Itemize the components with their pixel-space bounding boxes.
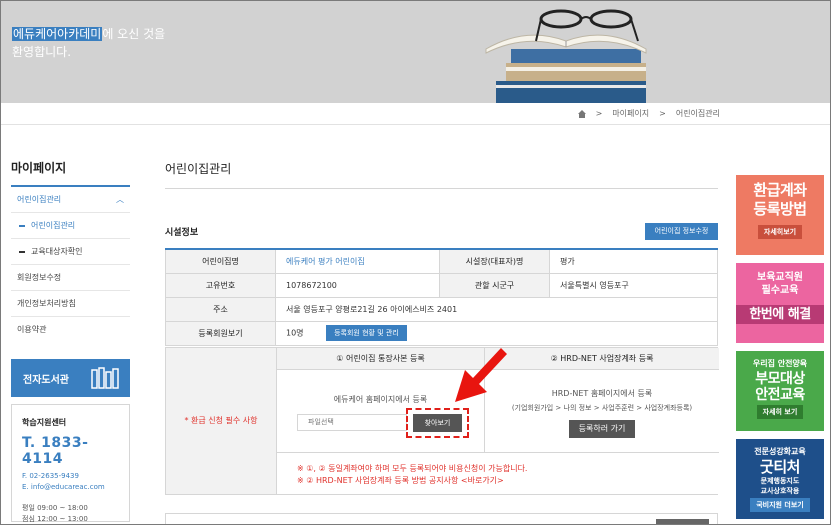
welcome-rest: 에 오신 것을 bbox=[102, 27, 166, 41]
find-file-button[interactable]: 찾아보기 bbox=[413, 414, 462, 432]
support-email[interactable]: E. info@educareac.com bbox=[22, 482, 121, 493]
refund-required-label: * 환급 신청 필수 사항 bbox=[184, 416, 258, 425]
sidebar-subitem-trainees[interactable]: 교육대상자확인 bbox=[11, 239, 130, 265]
sidebar-item-label: 이용약관 bbox=[17, 325, 47, 334]
page-frame: 에듀케어아카데미에 오신 것을 환영합니다. > 마이페이지 > 어린이집관리 bbox=[0, 0, 831, 525]
next-section-button[interactable] bbox=[656, 519, 709, 524]
good-teacher-banner[interactable]: 전문성강화교육 굿티처 문제행동지도 교사상호작용 국비지원 더보기 bbox=[736, 439, 824, 519]
banner-line: 보육교직원 bbox=[757, 272, 803, 283]
banner-line: 전문성강화교육 bbox=[754, 447, 806, 456]
find-button-highlight: 찾아보기 bbox=[406, 408, 469, 438]
region-label: 관할 시군구 bbox=[439, 272, 550, 298]
hrdnet-path: (기업회원가입 > 나의 정보 > 사업주훈련 > 사업장계좌등록) bbox=[511, 404, 693, 412]
sidebar-item-label: 어린이집관리 bbox=[31, 221, 76, 230]
welcome-text: 에듀케어아카데미에 오신 것을 환영합니다. bbox=[12, 25, 165, 61]
members-cell: 10명 등록회원 현황 및 관리 bbox=[275, 320, 718, 346]
sidebar-item-label: 회원정보수정 bbox=[17, 273, 62, 282]
members-count: 10명 bbox=[286, 328, 304, 338]
sidebar-item-label: 개인정보처리방침 bbox=[17, 299, 76, 308]
sidebar-title: 마이페이지 bbox=[11, 141, 130, 187]
banner-line: 환급계좌 bbox=[753, 181, 807, 199]
page-title: 어린이집관리 bbox=[165, 162, 232, 176]
hero-banner: 에듀케어아카데미에 오신 것을 환영합니다. bbox=[1, 1, 830, 103]
chevron-right-icon: > bbox=[595, 109, 603, 118]
books-icon bbox=[91, 367, 119, 389]
ebook-library-button[interactable]: 전자도서관 bbox=[11, 359, 130, 397]
books-illustration bbox=[485, 9, 647, 103]
section-title: 시설정보 bbox=[165, 228, 199, 238]
banner-detail-button[interactable]: 자세히 보기 bbox=[756, 405, 804, 419]
sidebar-item-member-edit[interactable]: 회원정보수정 bbox=[11, 265, 130, 291]
table-row: 등록회원보기 10명 등록회원 현황 및 관리 bbox=[165, 320, 718, 346]
dash-icon bbox=[19, 224, 25, 227]
support-title: 학습지원센터 bbox=[22, 418, 67, 427]
banner-line: 굿티처 bbox=[760, 458, 800, 476]
breadcrumb: > 마이페이지 > 어린이집관리 bbox=[1, 103, 830, 125]
support-fax: F. 02-2635-9439 bbox=[22, 472, 79, 480]
region-value: 서울특별시 영등포구 bbox=[549, 272, 718, 298]
table-row: 주소 서울 영등포구 양평로21길 26 아이에스비즈 2401 bbox=[165, 296, 718, 322]
home-icon[interactable] bbox=[577, 109, 586, 118]
address-label: 주소 bbox=[165, 296, 276, 322]
note-same-account: ※ ①, ② 동일계좌여야 하며 모두 등록되어야 비용신청이 가능합니다. bbox=[297, 464, 528, 473]
table-row: 어린이집명 에듀케어 평가 어린이집 시설장(대표자)명 평가 bbox=[165, 248, 718, 274]
sidebar: 마이페이지 어린이집관리 ︿ 어린이집관리 교육대상자확인 회원정보수정 개인정… bbox=[11, 141, 130, 343]
red-arrow-icon bbox=[455, 348, 507, 402]
refund-registration-block: * 환급 신청 필수 사항 ① 어린이집 통장사본 등록 ② HRD-NET 사… bbox=[165, 347, 719, 495]
support-weekday-hours: 평일 09:00 ~ 18:00 bbox=[22, 504, 88, 512]
edit-daycare-info-button[interactable]: 어린이집 정보수정 bbox=[645, 223, 718, 240]
members-label: 등록회원보기 bbox=[165, 320, 276, 346]
sidebar-subitem-daycare[interactable]: 어린이집관리 bbox=[11, 213, 130, 239]
chevron-right-icon: > bbox=[659, 109, 666, 118]
banner-line: 부모대상 bbox=[755, 371, 805, 387]
ebook-label: 전자도서관 bbox=[23, 375, 69, 386]
parent-safety-banner[interactable]: 우리집 안전양육 부모대상 안전교육 자세히 보기 bbox=[736, 351, 824, 431]
welcome-line2: 환영합니다. bbox=[12, 45, 72, 59]
banner-line: 한번에 해결 bbox=[736, 305, 824, 324]
refund-account-banner[interactable]: 환급계좌 등록방법 자세히보기 bbox=[736, 175, 824, 255]
name-value[interactable]: 에듀케어 평가 어린이집 bbox=[275, 248, 440, 274]
registration-notes: ※ ①, ② 동일계좌여야 하며 모두 등록되어야 비용신청이 가능합니다. ※… bbox=[277, 452, 719, 494]
id-label: 고유번호 bbox=[165, 272, 276, 298]
note-hrdnet-link[interactable]: ※ ② HRD-NET 사업장계좌 등록 방법 공지사항 <바로가기> bbox=[297, 475, 719, 487]
welcome-highlight: 에듀케어아카데미 bbox=[12, 27, 103, 41]
support-lunch-hours: 점심 12:00 ~ 13:00 bbox=[22, 515, 88, 523]
sidebar-item-label: 어린이집관리 bbox=[17, 195, 62, 204]
sidebar-item-daycare-mgmt[interactable]: 어린이집관리 ︿ bbox=[11, 187, 130, 213]
support-center-box: 학습지원센터 T. 1833-4114 F. 02-2635-9439 E. i… bbox=[11, 404, 130, 523]
id-value: 1078672100 bbox=[275, 272, 440, 298]
banner-line: 우리집 안전양육 bbox=[752, 359, 808, 368]
banner-line: 교사상호작용 bbox=[760, 487, 800, 495]
hrdnet-register-header: ② HRD-NET 사업장계좌 등록 bbox=[484, 348, 719, 370]
facility-info-table: 어린이집명 에듀케어 평가 어린이집 시설장(대표자)명 평가 고유번호 107… bbox=[165, 248, 718, 346]
staff-training-banner[interactable]: 보육교직원 필수교육 한번에 해결 bbox=[736, 263, 824, 343]
director-value: 평가 bbox=[549, 248, 718, 274]
breadcrumb-mypage[interactable]: 마이페이지 bbox=[612, 108, 649, 119]
breadcrumb-daycare[interactable]: 어린이집관리 bbox=[676, 108, 720, 119]
file-select-input[interactable]: 파일선택 bbox=[297, 414, 407, 431]
divider bbox=[165, 188, 718, 189]
banner-line: 등록방법 bbox=[753, 200, 807, 218]
banner-line: 안전교육 bbox=[755, 387, 805, 403]
member-management-button[interactable]: 등록회원 현황 및 관리 bbox=[326, 325, 407, 341]
support-phone[interactable]: T. 1833-4114 bbox=[22, 435, 121, 467]
go-register-button[interactable]: 등록하러 가기 bbox=[569, 420, 635, 438]
banner-line: 문제행동지도 bbox=[760, 477, 800, 485]
dash-icon bbox=[19, 250, 25, 253]
table-row: 고유번호 1078672100 관할 시군구 서울특별시 영등포구 bbox=[165, 272, 718, 298]
next-section bbox=[165, 513, 718, 524]
sidebar-item-terms[interactable]: 이용약관 bbox=[11, 317, 130, 343]
name-label: 어린이집명 bbox=[165, 248, 276, 274]
director-label: 시설장(대표자)명 bbox=[439, 248, 550, 274]
banner-detail-button[interactable]: 국비지원 더보기 bbox=[750, 498, 810, 512]
sidebar-item-privacy[interactable]: 개인정보처리방침 bbox=[11, 291, 130, 317]
banner-line: 필수교육 bbox=[761, 285, 799, 296]
banner-detail-button[interactable]: 자세히보기 bbox=[757, 225, 803, 239]
sidebar-item-label: 교육대상자확인 bbox=[31, 247, 83, 256]
hrdnet-hint: HRD-NET 홈페이지에서 등록 bbox=[551, 389, 653, 398]
chevron-up-icon: ︿ bbox=[116, 195, 124, 204]
address-value: 서울 영등포구 양평로21길 26 아이에스비즈 2401 bbox=[275, 296, 718, 322]
